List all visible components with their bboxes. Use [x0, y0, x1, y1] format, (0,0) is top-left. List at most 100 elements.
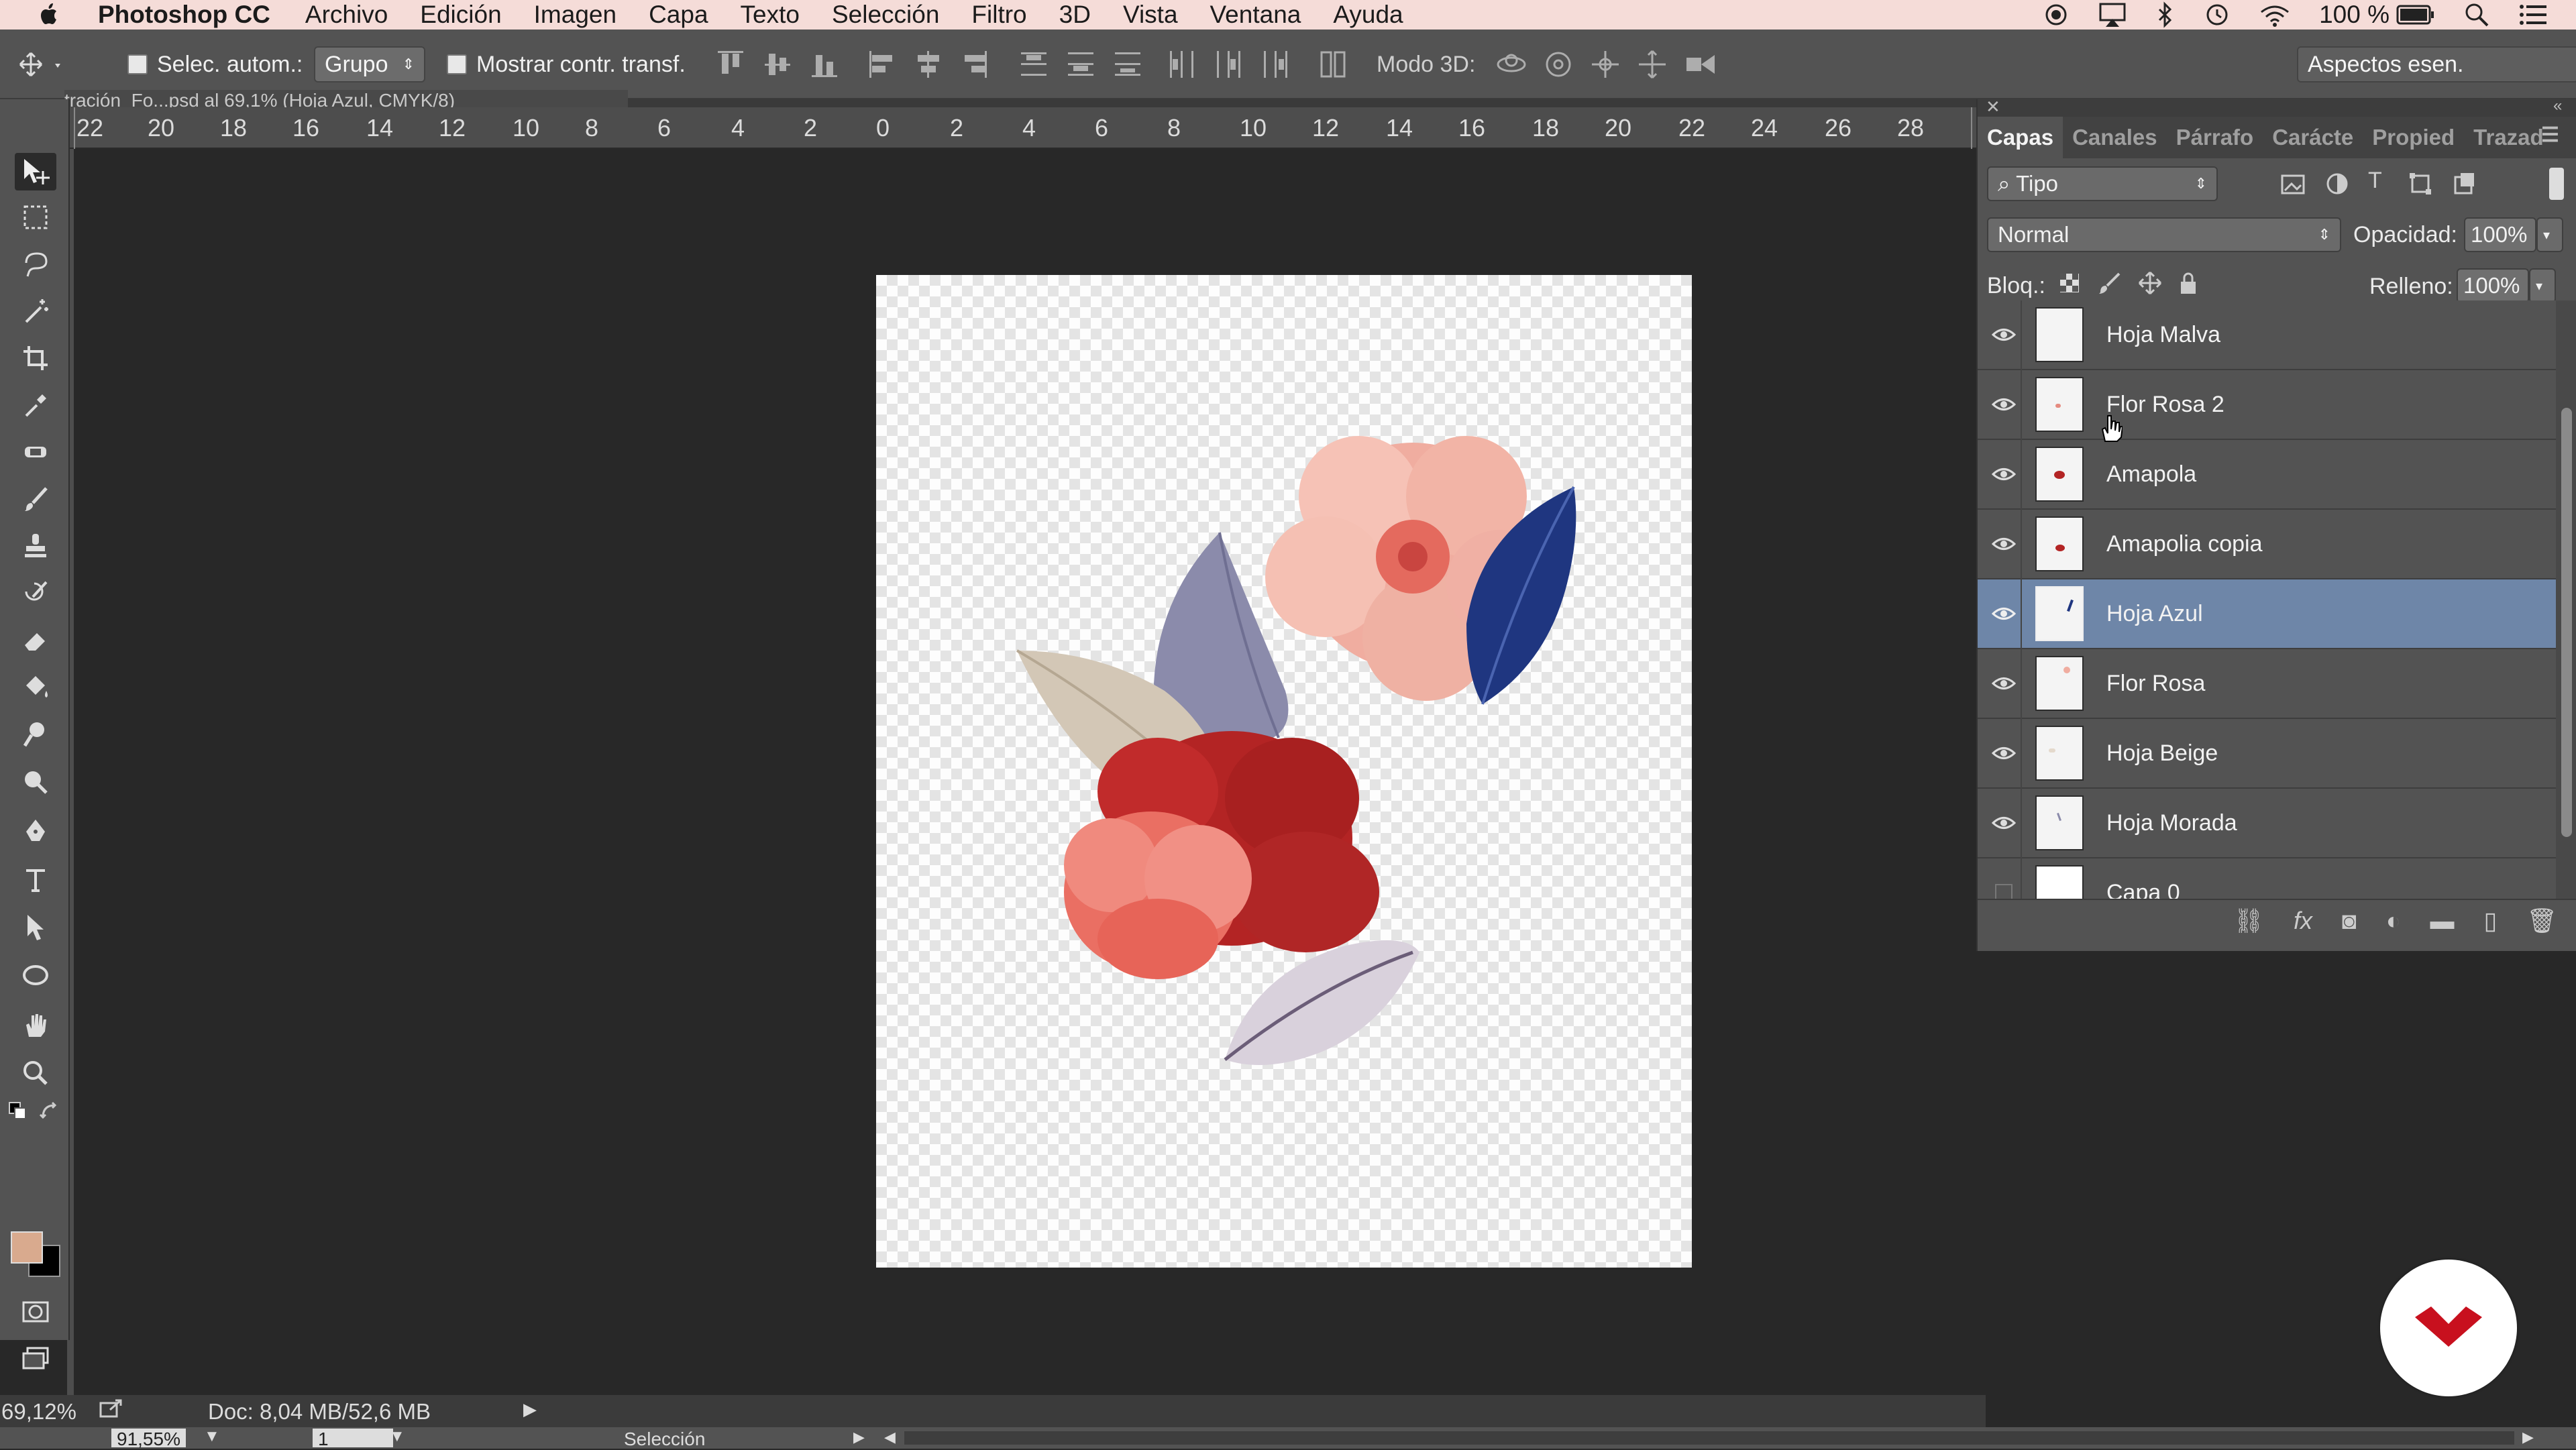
zoom-dropdown-icon[interactable]: ▼ — [204, 1427, 220, 1446]
layer-name[interactable]: Flor Rosa 2 — [2106, 392, 2224, 418]
airplay-icon[interactable] — [2098, 1, 2127, 28]
distribute-right-icon[interactable] — [1260, 47, 1291, 82]
notification-center-icon[interactable] — [2518, 3, 2548, 27]
layer-name[interactable]: Flor Rosa — [2106, 671, 2205, 697]
menu-ventana[interactable]: Ventana — [1210, 1, 1301, 29]
battery-icon[interactable] — [2396, 3, 2435, 26]
layer-name[interactable]: Hoja Morada — [2106, 810, 2237, 836]
show-transform-checkbox-box[interactable] — [447, 54, 467, 74]
magic-wand-tool-icon[interactable] — [15, 292, 56, 330]
menu-edicion[interactable]: Edición — [420, 1, 501, 29]
filter-type-icon[interactable]: T — [2368, 168, 2382, 194]
slide-3d-icon[interactable] — [1635, 47, 1666, 82]
zoom-tool-icon[interactable] — [15, 1054, 56, 1092]
distribute-hcenter-icon[interactable] — [1213, 47, 1244, 82]
layer-name[interactable]: Hoja Beige — [2106, 740, 2218, 767]
layer-flor-rosa-2[interactable]: Flor Rosa 2 — [1978, 370, 2556, 440]
menu-ayuda[interactable]: Ayuda — [1333, 1, 1403, 29]
filter-type-dropdown[interactable]: ⌕ Tipo ⇕ — [1987, 166, 2218, 201]
layer-hoja-azul[interactable]: Hoja Azul — [1978, 579, 2556, 649]
time-machine-icon[interactable] — [2204, 1, 2231, 28]
filter-adjustment-icon[interactable] — [2324, 170, 2351, 203]
layer-name[interactable]: Hoja Malva — [2106, 322, 2220, 348]
document-tab[interactable]: tración_Fo...psd al 69,1% (Hoja Azul, CM… — [64, 90, 628, 107]
visibility-eye-icon[interactable] — [1987, 788, 2022, 858]
layer-amapola[interactable]: Amapola — [1978, 439, 2556, 510]
link-layers-icon[interactable]: ⛓ — [2233, 907, 2264, 935]
mode-arrow-icon[interactable]: ▶ — [853, 1429, 865, 1446]
align-left-icon[interactable] — [865, 47, 896, 82]
history-brush-tool-icon[interactable] — [15, 574, 56, 612]
adjustment-layer-icon[interactable]: ◐ — [2386, 907, 2401, 935]
scroll-left-icon[interactable]: ◀ — [884, 1429, 896, 1446]
add-mask-icon[interactable]: ◙ — [2342, 907, 2357, 935]
tab-propiedades[interactable]: Propied — [2363, 117, 2464, 158]
layer-hoja-beige[interactable]: Hoja Beige — [1978, 718, 2556, 789]
lock-pixels-icon[interactable] — [2098, 271, 2122, 301]
scroll-right-icon[interactable]: ▶ — [2522, 1429, 2534, 1446]
secondary-zoom-field[interactable]: 91,55% — [111, 1429, 186, 1449]
app-name-menu[interactable]: Photoshop CC — [98, 1, 270, 29]
eraser-tool-icon[interactable] — [15, 621, 56, 659]
orbit-3d-icon[interactable] — [1495, 47, 1526, 82]
layer-name[interactable]: Amapolia copia — [2106, 531, 2262, 557]
export-icon[interactable] — [98, 1398, 123, 1426]
distribute-top-icon[interactable] — [1018, 47, 1049, 82]
align-top-icon[interactable] — [715, 47, 746, 82]
layer-name[interactable]: Amapola — [2106, 461, 2196, 488]
horizontal-scrollbar[interactable] — [904, 1431, 2514, 1445]
menu-imagen[interactable]: Imagen — [534, 1, 616, 29]
visibility-eye-icon[interactable] — [1987, 718, 2022, 788]
scale-3d-icon[interactable] — [1682, 47, 1715, 82]
clone-stamp-tool-icon[interactable] — [15, 527, 56, 565]
menu-capa[interactable]: Capa — [649, 1, 708, 29]
blend-mode-dropdown[interactable]: Normal ⇕ — [1987, 217, 2341, 252]
opacity-dropdown-icon[interactable]: ▾ — [2536, 217, 2563, 252]
status-menu-arrow-icon[interactable]: ▶ — [523, 1399, 537, 1420]
lock-position-icon[interactable] — [2138, 271, 2162, 301]
distribute-vcenter-icon[interactable] — [1065, 47, 1096, 82]
dodge-tool-icon[interactable] — [15, 715, 56, 752]
show-transform-checkbox[interactable]: Mostrar contr. transf. — [447, 30, 686, 99]
distribute-bottom-icon[interactable] — [1112, 47, 1143, 82]
lock-transparency-icon[interactable] — [2059, 272, 2080, 300]
visibility-eye-icon[interactable] — [1987, 579, 2022, 649]
eyedropper-tool-icon[interactable] — [15, 386, 56, 424]
record-icon[interactable] — [2043, 1, 2070, 28]
healing-brush-tool-icon[interactable] — [15, 433, 56, 471]
crop-tool-icon[interactable] — [15, 339, 56, 377]
filter-shape-icon[interactable] — [2407, 170, 2434, 203]
layer-list[interactable]: Hoja Malva Flor Rosa 2 Amapola Amapolia … — [1978, 300, 2556, 904]
auto-align-layers-icon[interactable] — [1318, 47, 1348, 82]
brush-tool-icon[interactable] — [15, 480, 56, 518]
layers-scrollbar[interactable] — [2556, 300, 2576, 904]
foreground-color-swatch[interactable] — [11, 1231, 43, 1264]
fx-icon[interactable]: fx — [2294, 907, 2312, 935]
visibility-eye-icon[interactable] — [1987, 439, 2022, 509]
opacity-field[interactable]: 100% — [2464, 217, 2536, 252]
menu-archivo[interactable]: Archivo — [305, 1, 388, 29]
menu-3d[interactable]: 3D — [1059, 1, 1091, 29]
ellipse-tool-icon[interactable] — [15, 956, 56, 994]
align-vcenter-icon[interactable] — [762, 47, 793, 82]
align-hcenter-icon[interactable] — [912, 47, 943, 82]
roll-3d-icon[interactable] — [1542, 47, 1572, 82]
move-tool-icon[interactable] — [15, 153, 56, 190]
wifi-icon[interactable] — [2259, 1, 2291, 28]
tab-capas[interactable]: Capas — [1978, 117, 2063, 158]
close-panel-icon[interactable]: ✕ — [1986, 97, 2000, 117]
align-bottom-icon[interactable] — [809, 47, 840, 82]
lock-all-icon[interactable] — [2178, 271, 2198, 301]
fill-field[interactable]: 100% — [2457, 268, 2529, 303]
menu-seleccion[interactable]: Selección — [832, 1, 939, 29]
path-selection-tool-icon[interactable] — [15, 908, 56, 946]
visibility-toggle-empty[interactable] — [1987, 858, 2022, 904]
quick-mask-icon[interactable] — [15, 1293, 56, 1331]
menu-texto[interactable]: Texto — [741, 1, 800, 29]
auto-select-checkbox[interactable]: Selec. autom.: — [127, 30, 303, 99]
visibility-eye-icon[interactable] — [1987, 649, 2022, 718]
tab-canales[interactable]: Canales — [2063, 117, 2167, 158]
new-layer-icon[interactable]: ▯ — [2483, 907, 2497, 935]
visibility-eye-icon[interactable] — [1987, 370, 2022, 439]
paint-bucket-tool-icon[interactable] — [15, 668, 56, 706]
